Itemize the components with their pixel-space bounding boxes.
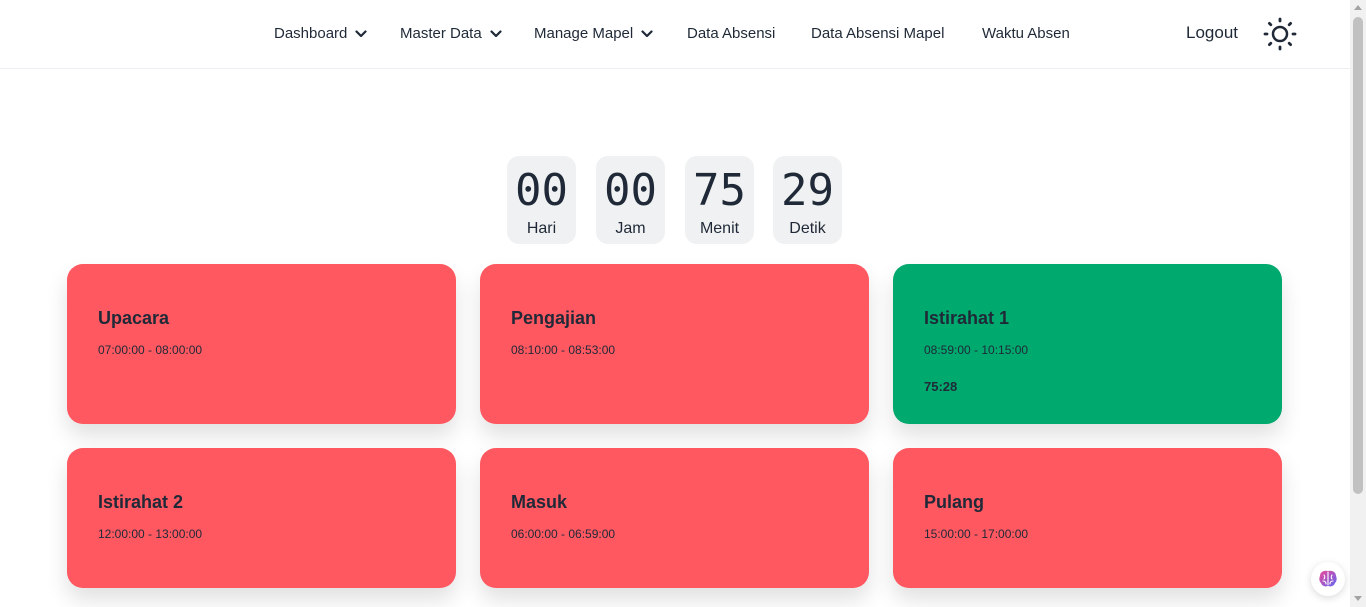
schedule-card-title: Masuk xyxy=(511,492,568,512)
countdown-minutes: 75 Menit xyxy=(685,156,754,244)
nav-manage-mapel[interactable]: Manage Mapel xyxy=(534,25,653,42)
chevron-down-icon xyxy=(490,29,502,38)
countdown-days-value: 00 xyxy=(515,165,568,216)
assistant-floating-button[interactable] xyxy=(1311,562,1345,596)
schedule-card-remaining: 75:28 xyxy=(924,379,958,394)
page-scrollbar[interactable] xyxy=(1350,0,1366,607)
schedule-card-istirahat-2[interactable]: Istirahat 2 12:00:00 - 13:00:00 xyxy=(67,448,456,588)
chevron-down-icon xyxy=(641,29,653,38)
schedule-card-time: 07:00:00 - 08:00:00 xyxy=(98,343,203,357)
schedule-card-title: Upacara xyxy=(98,308,170,328)
schedule-card-title: Pulang xyxy=(924,492,985,512)
scroll-down-arrow-icon[interactable] xyxy=(1354,596,1362,601)
nav-manage-mapel-label: Manage Mapel xyxy=(534,25,634,42)
nav-data-absensi-mapel[interactable]: Data Absensi Mapel xyxy=(811,25,944,42)
nav-waktu-absen-label: Waktu Absen xyxy=(982,25,1070,42)
nav-master-data-label: Master Data xyxy=(400,25,482,42)
countdown-minutes-value: 75 xyxy=(693,165,746,216)
schedule-card-time: 08:59:00 - 10:15:00 xyxy=(924,343,1029,357)
schedule-card-masuk[interactable]: Masuk 06:00:00 - 06:59:00 xyxy=(480,448,869,588)
scrollbar-thumb[interactable] xyxy=(1353,17,1363,494)
countdown-hours-value: 00 xyxy=(604,165,657,216)
schedule-card-istirahat-1[interactable]: Istirahat 1 08:59:00 - 10:15:00 75:28 xyxy=(893,264,1282,424)
schedule-card-title: Istirahat 1 xyxy=(924,308,1010,328)
scroll-up-arrow-icon[interactable] xyxy=(1354,5,1362,10)
nav-dashboard-label: Dashboard xyxy=(274,25,348,42)
chevron-down-icon xyxy=(355,29,367,38)
countdown-days: 00 Hari xyxy=(507,156,576,244)
schedule-card-time: 15:00:00 - 17:00:00 xyxy=(924,527,1029,541)
nav-data-absensi-mapel-label: Data Absensi Mapel xyxy=(811,25,945,42)
countdown-minutes-label: Menit xyxy=(699,220,740,237)
countdown-hours: 00 Jam xyxy=(596,156,665,244)
sun-icon xyxy=(1263,17,1297,51)
schedule-card-title: Istirahat 2 xyxy=(98,492,184,512)
nav-data-absensi[interactable]: Data Absensi xyxy=(687,25,775,42)
schedule-card-title: Pengajian xyxy=(511,308,597,328)
theme-toggle-button[interactable] xyxy=(1262,16,1298,52)
brain-icon xyxy=(1319,570,1337,587)
schedule-card-pulang[interactable]: Pulang 15:00:00 - 17:00:00 xyxy=(893,448,1282,588)
countdown-hours-label: Jam xyxy=(615,220,646,237)
top-navbar: Dashboard Master Data Manage Mapel Data … xyxy=(0,0,1350,69)
countdown-seconds: 29 Detik xyxy=(773,156,842,244)
schedule-card-time: 08:10:00 - 08:53:00 xyxy=(511,343,616,357)
countdown-seconds-label: Detik xyxy=(789,220,826,237)
nav-master-data[interactable]: Master Data xyxy=(400,25,502,42)
nav-data-absensi-label: Data Absensi xyxy=(687,25,776,42)
schedule-card-time: 12:00:00 - 13:00:00 xyxy=(98,527,203,541)
schedule-card-pengajian[interactable]: Pengajian 08:10:00 - 08:53:00 xyxy=(480,264,869,424)
logout-button[interactable]: Logout xyxy=(1186,23,1238,43)
nav-waktu-absen[interactable]: Waktu Absen xyxy=(982,25,1070,42)
nav-dashboard[interactable]: Dashboard xyxy=(274,25,367,42)
schedule-card-time: 06:00:00 - 06:59:00 xyxy=(511,527,616,541)
countdown-days-label: Hari xyxy=(526,220,557,237)
schedule-card-upacara[interactable]: Upacara 07:00:00 - 08:00:00 xyxy=(67,264,456,424)
countdown-seconds-value: 29 xyxy=(781,165,834,216)
